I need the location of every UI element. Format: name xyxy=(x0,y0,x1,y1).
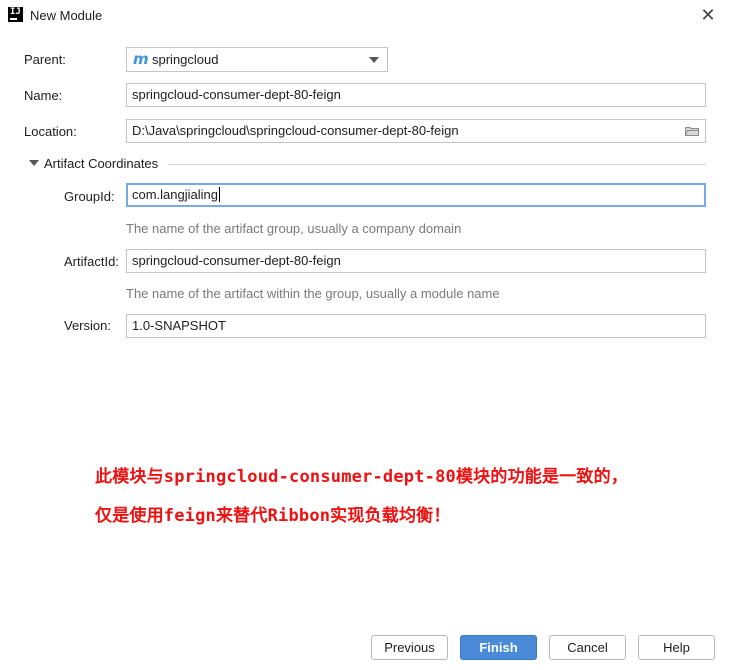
artifactid-label: ArtifactId: xyxy=(64,254,119,269)
artifactid-input[interactable]: springcloud-consumer-dept-80-feign xyxy=(126,249,706,273)
collapse-arrow-icon[interactable] xyxy=(29,160,39,166)
groupid-hint: The name of the artifact group, usually … xyxy=(126,221,462,236)
name-input[interactable]: springcloud-consumer-dept-80-feign xyxy=(126,83,706,107)
name-label: Name: xyxy=(24,88,63,103)
parent-dropdown[interactable]: m springcloud xyxy=(126,47,388,72)
parent-label: Parent: xyxy=(24,52,66,67)
browse-folder-icon[interactable] xyxy=(685,126,699,136)
window-title: New Module xyxy=(30,8,103,23)
location-input[interactable]: D:\Java\springcloud\springcloud-consumer… xyxy=(126,119,706,143)
artifact-coordinates-header[interactable]: Artifact Coordinates xyxy=(44,156,158,171)
location-value: D:\Java\springcloud\springcloud-consumer… xyxy=(132,123,459,138)
groupid-input[interactable]: com.langjialing xyxy=(126,183,706,207)
maven-module-icon: m xyxy=(133,50,149,68)
location-label: Location: xyxy=(24,124,77,139)
cancel-button[interactable]: Cancel xyxy=(549,635,626,660)
artifactid-hint: The name of the artifact within the grou… xyxy=(126,286,500,301)
section-divider xyxy=(168,164,706,165)
annotation-line-1: 此模块与springcloud-consumer-dept-80模块的功能是一致… xyxy=(95,467,628,487)
previous-button[interactable]: Previous xyxy=(371,635,448,660)
chevron-down-icon[interactable] xyxy=(369,57,379,63)
annotation-line-2: 仅是使用feign来替代Ribbon实现负载均衡！ xyxy=(95,506,451,526)
groupid-label: GroupId: xyxy=(64,189,115,204)
version-label: Version: xyxy=(64,318,111,333)
close-icon[interactable]: ✕ xyxy=(698,5,718,25)
text-caret xyxy=(219,187,220,202)
intellij-app-icon: IJ xyxy=(8,7,23,22)
parent-value: springcloud xyxy=(152,52,219,67)
version-input[interactable]: 1.0-SNAPSHOT xyxy=(126,314,706,338)
help-button[interactable]: Help xyxy=(638,635,715,660)
title-bar: IJ New Module ✕ xyxy=(0,0,730,32)
finish-button[interactable]: Finish xyxy=(460,635,537,660)
groupid-value: com.langjialing xyxy=(132,187,218,202)
